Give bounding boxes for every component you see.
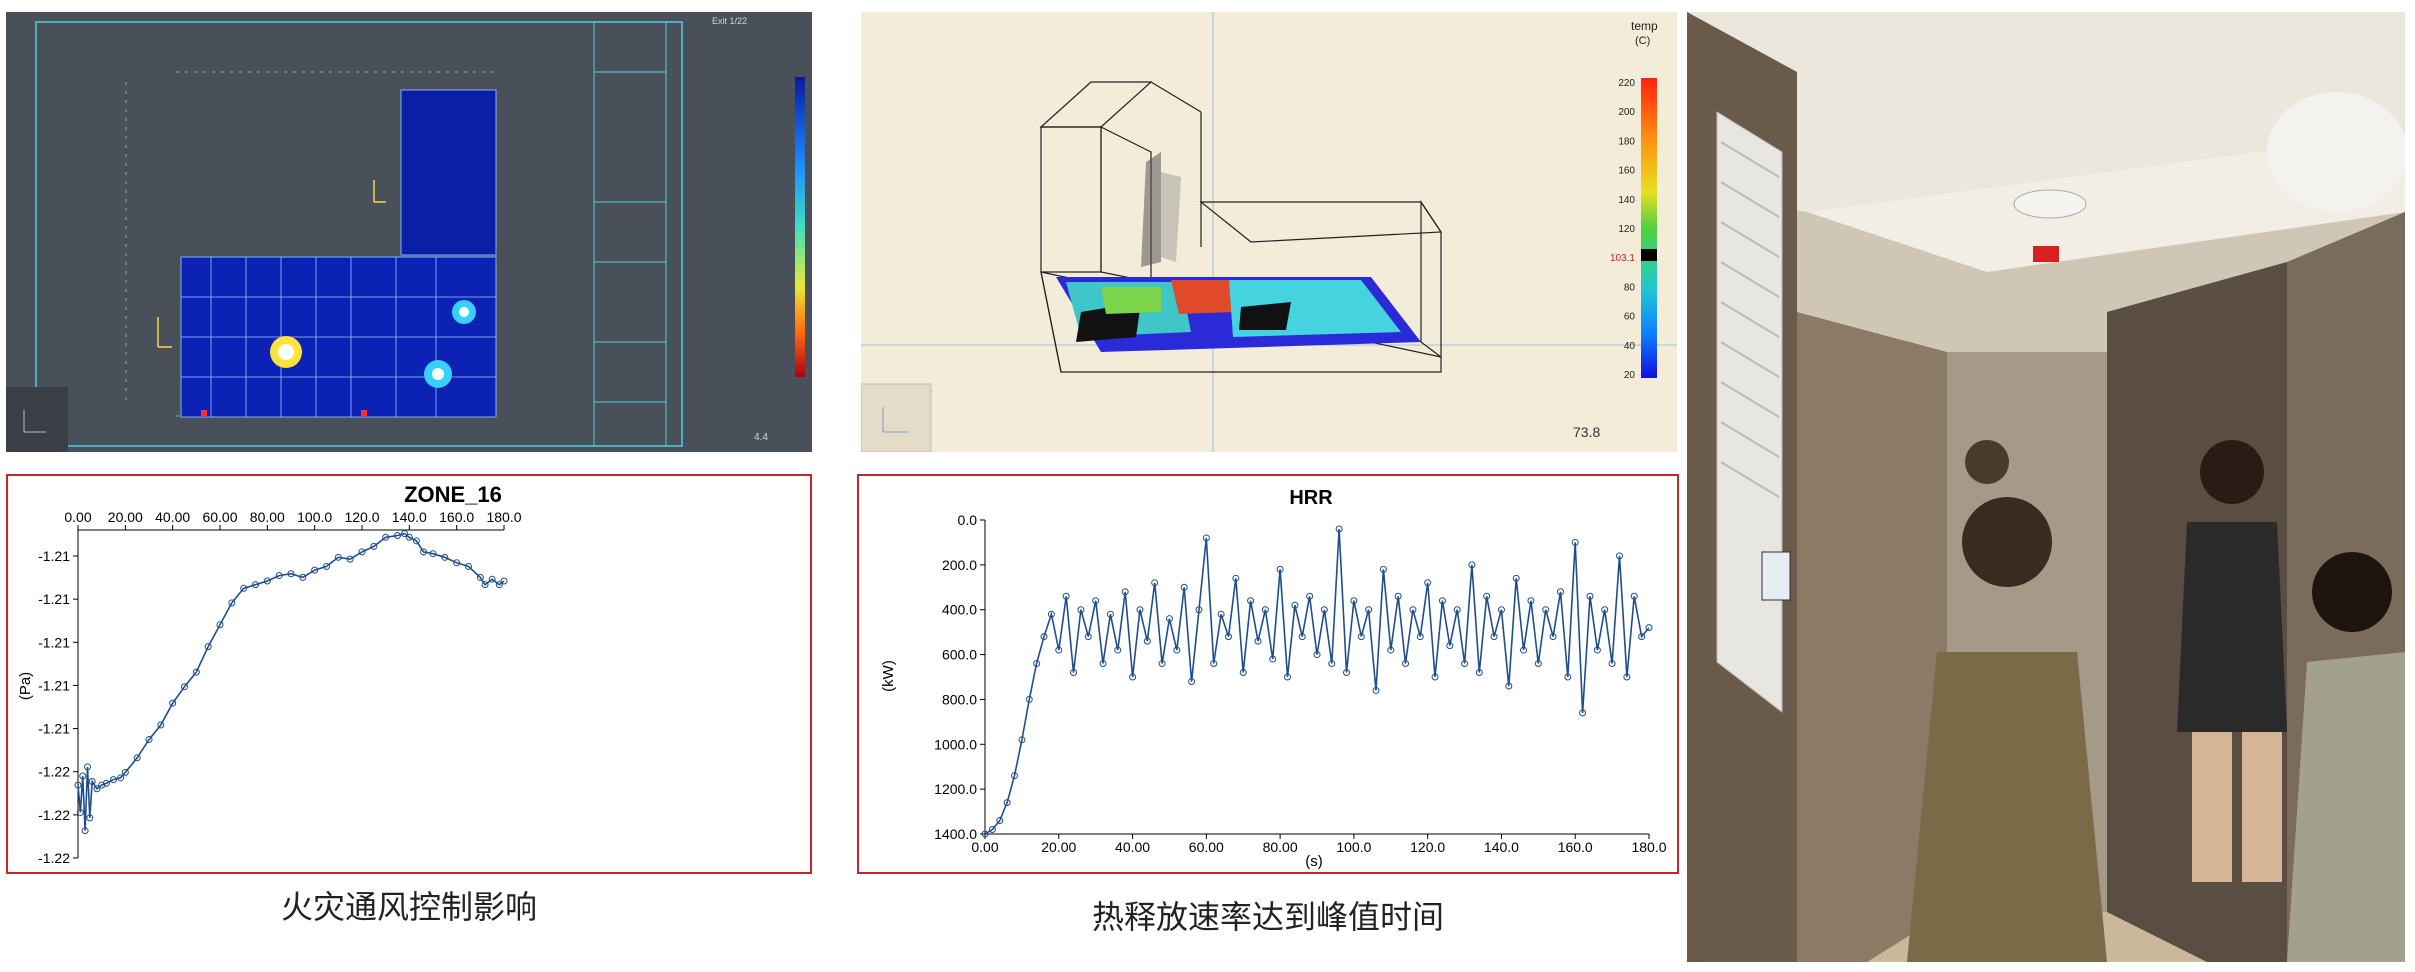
y-tick-label: 200.0 bbox=[942, 557, 977, 573]
x-tick-label: 40.00 bbox=[155, 509, 190, 525]
data-point bbox=[1645, 624, 1653, 632]
hrr-chart-panel: HRR (kW) (s) 0.00 20.00 40.00 60.00 80.00 100… bbox=[857, 474, 1679, 874]
temp-legend-tick-label: 20 bbox=[1624, 370, 1636, 381]
x-tick-label: 80.00 bbox=[1263, 839, 1298, 855]
y-tick-label: -1.21 bbox=[38, 548, 70, 564]
fire-simulation-panel: temp (C) 220 200 180 160 140 120 103.1 80 60 40 20… bbox=[861, 12, 1677, 452]
y-tick-label: 600.0 bbox=[942, 647, 977, 663]
temp-legend-tick-label: 120 bbox=[1618, 224, 1635, 235]
y-tick-label: 800.0 bbox=[942, 691, 977, 707]
site-inspection-photo bbox=[1687, 12, 2405, 962]
cad-floor-plan-drawing: Exit 1/22 4.4 bbox=[6, 16, 805, 452]
temp-legend-tick-label: 140 bbox=[1618, 195, 1635, 206]
x-tick-label: 60.00 bbox=[202, 509, 237, 525]
y-tick-label: 1400.0 bbox=[934, 826, 977, 842]
fire-simulation-view: temp (C) 220 200 180 160 140 120 103.1 80 60 40 20… bbox=[861, 12, 1677, 452]
x-tick-label: 100.0 bbox=[297, 509, 332, 525]
x-tick-label: 120.0 bbox=[344, 509, 379, 525]
x-tick-label: 40.00 bbox=[1115, 839, 1150, 855]
y-tick-label: 400.0 bbox=[942, 602, 977, 618]
x-tick-label: 140.0 bbox=[1484, 839, 1519, 855]
y-tick-label: 0.0 bbox=[958, 512, 978, 528]
x-tick-label: 160.0 bbox=[1558, 839, 1593, 855]
y-tick-label: -1.21 bbox=[38, 634, 70, 650]
temp-legend-tick-label: 80 bbox=[1624, 282, 1636, 293]
zone16-chart-panel: ZONE_16 (Pa) 0.00 20.00 40.00 60.00 80.00 100… bbox=[6, 474, 812, 874]
temp-legend-title: temp bbox=[1631, 19, 1658, 33]
zone16-caption: 火灾通风控制影响 bbox=[280, 888, 537, 926]
y-tick-label: -1.21 bbox=[38, 677, 70, 693]
x-tick-label: 180.0 bbox=[486, 509, 521, 525]
series-line bbox=[984, 528, 1650, 835]
hrr-x-axis-label: (s) bbox=[1305, 853, 1323, 870]
temp-legend-tick-label: 200 bbox=[1618, 107, 1635, 118]
temp-legend-tick-label: 60 bbox=[1624, 312, 1636, 323]
temp-legend-unit: (C) bbox=[1635, 35, 1650, 47]
cad-corner-text: 4.4 bbox=[754, 432, 768, 443]
cad-floor-plan-panel: Exit 1/22 4.4 bbox=[6, 12, 812, 452]
x-tick-label: 20.00 bbox=[1041, 839, 1076, 855]
x-tick-label: 60.00 bbox=[1189, 839, 1224, 855]
y-tick-label: -1.21 bbox=[38, 721, 70, 737]
y-tick-label: -1.22 bbox=[38, 807, 70, 823]
x-tick-label: 160.0 bbox=[439, 509, 474, 525]
temp-legend-ticks: 220 200 180 160 140 120 103.1 80 60 40 20 bbox=[1610, 78, 1635, 381]
hrr-y-axis-label: (kW) bbox=[880, 660, 897, 692]
x-tick-label: 20.00 bbox=[108, 509, 143, 525]
hrr-caption: 热释放速率达到峰值时间 bbox=[1091, 898, 1444, 936]
hrr-chart-title: HRR bbox=[1289, 487, 1333, 509]
cad-header-text: Exit 1/22 bbox=[712, 16, 747, 26]
temp-legend-tick-label: 180 bbox=[1618, 136, 1635, 147]
y-tick-label: -1.22 bbox=[38, 764, 70, 780]
temp-legend-tick-label: 103.1 bbox=[1610, 253, 1635, 264]
x-tick-label: 120.0 bbox=[1410, 839, 1445, 855]
corridor-photo-illustration bbox=[1687, 12, 2405, 962]
zone16-chart-title: ZONE_16 bbox=[404, 482, 502, 507]
x-tick-label: 0.00 bbox=[64, 509, 91, 525]
series-line bbox=[77, 532, 505, 831]
frame-label: 73.8 bbox=[1573, 424, 1600, 440]
zone16-y-axis-label: (Pa) bbox=[17, 672, 34, 700]
y-tick-label: -1.21 bbox=[38, 591, 70, 607]
temp-legend-tick-label: 40 bbox=[1624, 341, 1636, 352]
y-tick-label: 1000.0 bbox=[934, 736, 977, 752]
y-tick-label: -1.22 bbox=[38, 850, 70, 866]
x-tick-label: 140.0 bbox=[392, 509, 427, 525]
y-tick-label: 1200.0 bbox=[934, 781, 977, 797]
x-tick-label: 80.00 bbox=[250, 509, 285, 525]
hrr-chart: HRR (kW) (s) 0.00 20.00 40.00 60.00 80.00 100… bbox=[880, 487, 1667, 870]
temp-legend-tick-label: 160 bbox=[1618, 166, 1635, 177]
x-tick-label: 100.0 bbox=[1336, 839, 1371, 855]
zone16-chart: ZONE_16 (Pa) 0.00 20.00 40.00 60.00 80.00 100… bbox=[17, 482, 522, 866]
temp-legend-tick-label: 220 bbox=[1618, 78, 1635, 89]
x-tick-label: 180.0 bbox=[1631, 839, 1666, 855]
